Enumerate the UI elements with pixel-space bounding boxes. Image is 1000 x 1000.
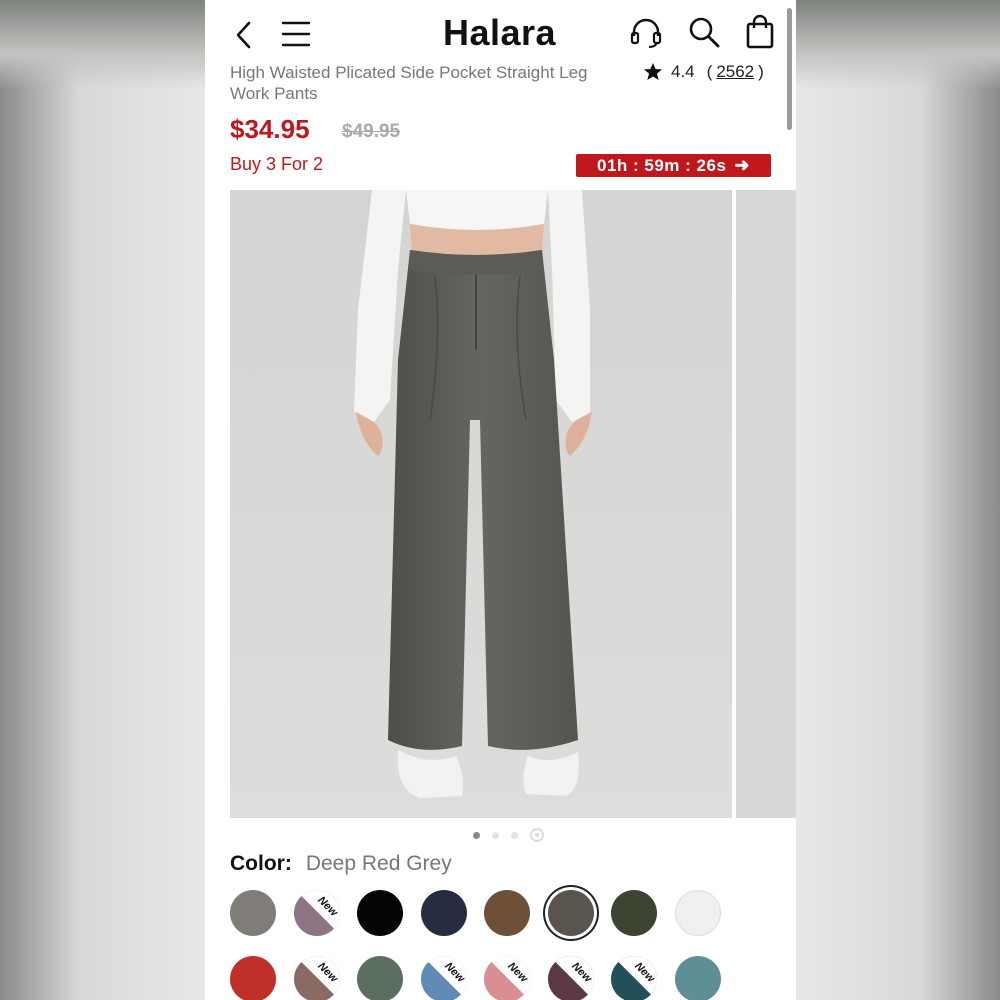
color-swatch[interactable] [230,890,276,936]
color-label: Color: [230,852,292,875]
pagination-dot[interactable] [511,831,518,839]
color-swatch[interactable] [230,956,276,1000]
color-swatch[interactable] [611,890,657,936]
new-badge: New [485,956,530,998]
gallery-pagination [473,828,544,842]
color-swatch[interactable]: New [484,956,530,1000]
original-price: $49.95 [342,121,401,142]
review-count-link[interactable]: 2562 [716,62,754,82]
sale-price: $34.95 [230,114,310,144]
color-swatch[interactable] [484,890,530,936]
menu-icon[interactable] [281,20,311,53]
shopping-bag-icon[interactable] [745,14,775,55]
pagination-dot[interactable] [492,831,499,839]
arrow-right-icon: ➜ [734,155,750,175]
color-swatch[interactable] [357,956,403,1000]
color-swatch[interactable]: New [293,890,340,936]
new-badge: New [294,956,340,998]
rating-value: 4.4 [671,62,695,81]
star-icon [644,63,662,80]
promo-text[interactable]: Buy 3 For 2 [230,154,323,175]
new-badge: New [421,956,467,998]
headset-icon[interactable] [629,16,663,55]
model-wearing-pants-image [230,190,732,818]
app-screen: Halara High Waisted Plicated Side Pocket… [205,0,796,1000]
countdown-timer[interactable]: 01h : 59m : 26s ➜ [576,154,771,177]
color-swatch[interactable]: New [420,956,467,1000]
countdown-text: 01h : 59m : 26s [597,155,727,175]
video-thumbnail-icon[interactable] [530,828,544,842]
next-product-image-peek[interactable] [736,190,796,818]
color-selector-header: Color: Deep Red Grey [230,852,452,876]
color-swatch[interactable]: New [547,956,594,1000]
color-swatch[interactable] [420,890,467,936]
rating-summary[interactable]: 4.4 ( 2562 ) [643,62,764,82]
color-swatch[interactable] [674,890,721,936]
review-paren-open: ( [706,62,713,81]
brand-logo[interactable]: Halara [443,12,556,54]
color-swatch[interactable]: New [611,956,657,1000]
new-badge: New [612,956,657,998]
product-image[interactable] [230,190,732,818]
color-swatch[interactable] [357,890,403,936]
new-badge: New [548,956,594,998]
search-icon[interactable] [687,15,721,54]
color-swatch-selected[interactable] [547,890,594,936]
color-swatch[interactable]: New [293,956,340,1000]
product-title: High Waisted Plicated Side Pocket Straig… [230,63,588,103]
scrollbar[interactable] [787,8,792,130]
back-arrow-icon[interactable] [233,20,255,55]
selected-color-name: Deep Red Grey [305,852,452,875]
color-swatch[interactable] [674,956,721,1000]
new-badge: New [294,890,340,932]
review-paren-close: ) [758,62,764,81]
pagination-dot-active[interactable] [473,831,480,839]
